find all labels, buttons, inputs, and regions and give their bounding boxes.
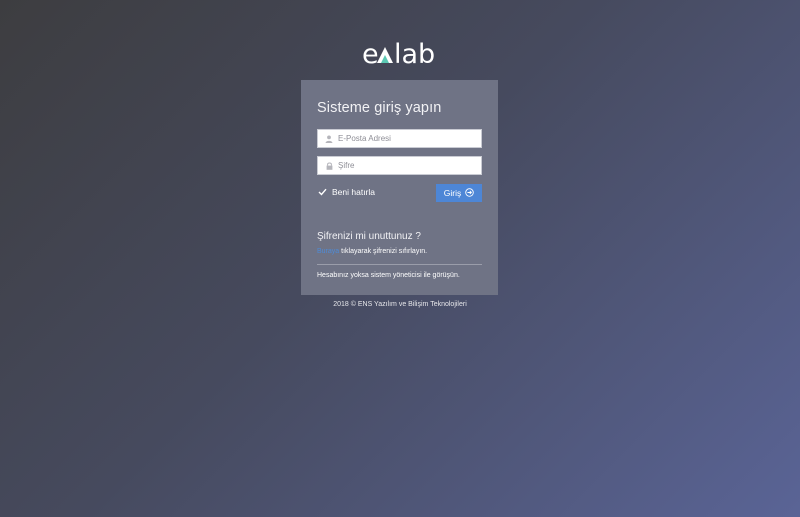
divider xyxy=(317,264,482,265)
logo-mark: e lab xyxy=(362,39,435,70)
logo-text-pre: e xyxy=(362,39,379,70)
password-field-wrapper xyxy=(317,156,482,175)
arrow-circle-right-icon xyxy=(465,187,474,199)
lock-icon xyxy=(321,157,337,174)
app-logo: e lab xyxy=(0,38,800,70)
remember-me-checkbox[interactable]: Beni hatırla xyxy=(317,186,375,197)
user-icon xyxy=(321,130,337,147)
login-button-label: Giriş xyxy=(443,188,462,198)
login-title: Sisteme giriş yapın xyxy=(317,100,442,116)
reset-password-instruction: tıklayarak şifrenizi sıfırlayın. xyxy=(339,248,428,255)
remember-me-label: Beni hatırla xyxy=(332,186,375,197)
login-button[interactable]: Giriş xyxy=(436,184,482,202)
reset-password-link[interactable]: Buraya xyxy=(317,248,339,255)
email-field-wrapper xyxy=(317,129,482,148)
email-input[interactable] xyxy=(337,131,478,146)
logo-mountain-icon xyxy=(377,47,393,63)
password-input[interactable] xyxy=(337,158,478,173)
login-panel: Sisteme giriş yapın Beni hatırla Giriş xyxy=(301,80,498,295)
check-icon[interactable] xyxy=(317,186,328,197)
forgot-password-text: Buraya tıklayarak şifrenizi sıfırlayın. xyxy=(317,248,427,255)
logo-text-post: lab xyxy=(394,39,435,70)
forgot-password-title: Şifrenizi mi unuttunuz ? xyxy=(317,231,421,242)
footer-copyright: 2018 © ENS Yazılım ve Bilişim Teknolojil… xyxy=(333,301,467,308)
admin-contact-note: Hesabınız yoksa sistem yöneticisi ile gö… xyxy=(317,272,460,279)
